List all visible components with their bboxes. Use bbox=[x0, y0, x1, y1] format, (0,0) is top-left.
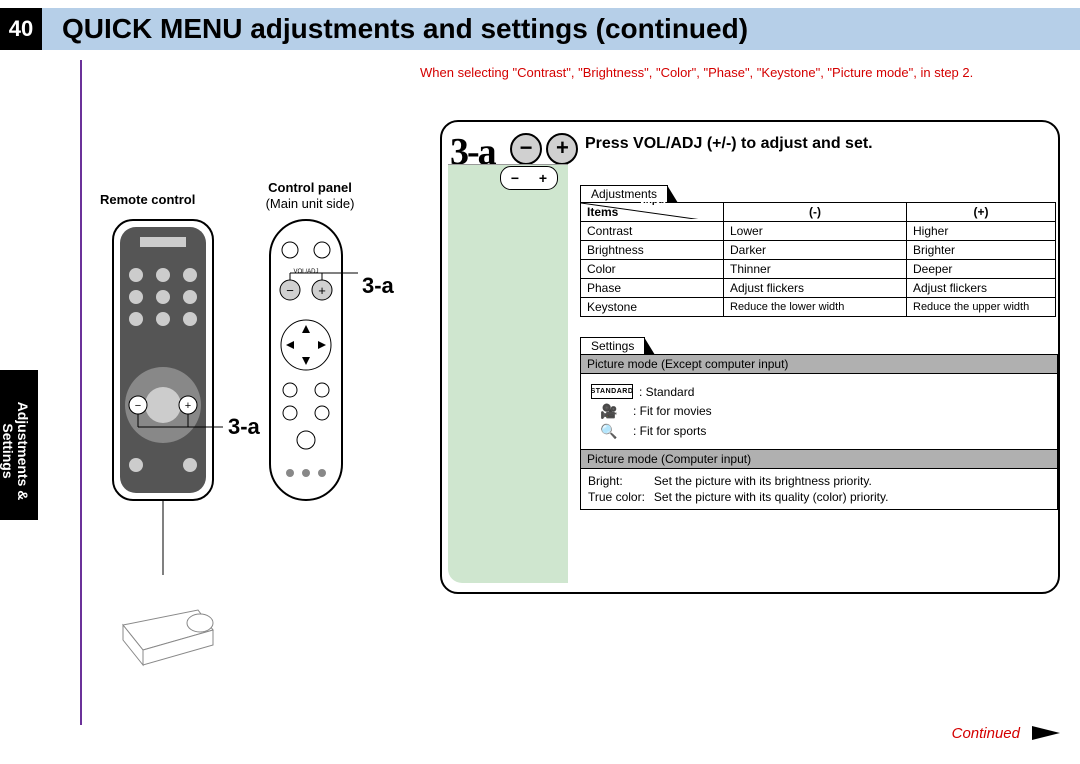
pm2-key: True color: bbox=[587, 489, 653, 505]
settings-area: Settings Picture mode (Except computer i… bbox=[580, 337, 1060, 510]
step-title: Press VOL/ADJ (+/-) to adjust and set. bbox=[585, 135, 873, 153]
standard-icon: STANDARD bbox=[591, 384, 633, 399]
table-row: ColorThinnerDeeper bbox=[581, 260, 1056, 279]
remote-control-illustration: − + bbox=[108, 215, 228, 675]
svg-text:VOL/ADJ: VOL/ADJ bbox=[293, 269, 318, 275]
panel-label: Control panel bbox=[250, 180, 370, 195]
panel-pointer-3a: 3-a bbox=[362, 273, 394, 299]
section-tab: Adjustments &Settings bbox=[0, 370, 38, 520]
picture-mode-except-body: STANDARD : Standard 🎥 : Fit for movies 🔍… bbox=[581, 374, 1057, 449]
picture-mode-except-header: Picture mode (Except computer input) bbox=[581, 355, 1057, 374]
pm-label: : Fit for sports bbox=[633, 424, 706, 438]
continued-arrow-icon bbox=[1032, 726, 1060, 740]
header-title: QUICK MENU adjustments and settings (con… bbox=[62, 13, 748, 45]
adjustments-table: Items Inputs (-) (+) ContrastLowerHigher… bbox=[580, 202, 1056, 317]
panel-sublabel: (Main unit side) bbox=[250, 196, 370, 211]
plus-icon: + bbox=[546, 133, 578, 165]
pm-label: : Fit for movies bbox=[633, 404, 712, 418]
picture-mode-computer-header: Picture mode (Computer input) bbox=[581, 449, 1057, 469]
table-row: BrightnessDarkerBrighter bbox=[581, 241, 1056, 260]
continued-label: Continued bbox=[952, 725, 1020, 742]
panel-mini-icon: −+ bbox=[500, 166, 558, 190]
remote-label: Remote control bbox=[100, 192, 195, 207]
pm-label: : Standard bbox=[639, 385, 694, 399]
svg-text:+: + bbox=[185, 400, 191, 412]
section-tab-text: Adjustments &Settings bbox=[0, 376, 30, 526]
step-green-sidebar bbox=[448, 164, 568, 583]
pm-row-sports: 🔍 : Fit for sports bbox=[591, 423, 1047, 439]
col-minus: (-) bbox=[724, 203, 907, 222]
margin-rule bbox=[80, 60, 82, 725]
table-row: ContrastLowerHigher bbox=[581, 222, 1056, 241]
movie-icon: 🎥 bbox=[591, 403, 627, 419]
left-rail: Adjustments &Settings bbox=[0, 50, 42, 764]
pm2-desc: Set the picture with its brightness prio… bbox=[653, 473, 897, 489]
control-panel-illustration: − + VOL/ADJ bbox=[260, 215, 360, 515]
pm-row-standard: STANDARD : Standard bbox=[591, 384, 1047, 399]
step-buttons-icons: − + bbox=[510, 133, 578, 165]
pm-row-movies: 🎥 : Fit for movies bbox=[591, 403, 1047, 419]
svg-text:−: − bbox=[135, 400, 141, 412]
settings-box: Picture mode (Except computer input) STA… bbox=[580, 354, 1058, 510]
minus-icon: − bbox=[510, 133, 542, 165]
remote-pointer-3a: 3-a bbox=[228, 414, 260, 440]
svg-text:+: + bbox=[318, 283, 326, 298]
header-strip: QUICK MENU adjustments and settings (con… bbox=[42, 8, 1080, 50]
col-plus: (+) bbox=[907, 203, 1056, 222]
settings-tab: Settings bbox=[580, 337, 645, 354]
pm2-key: Bright: bbox=[587, 473, 653, 489]
table-row: PhaseAdjust flickersAdjust flickers bbox=[581, 279, 1056, 298]
sports-icon: 🔍 bbox=[591, 423, 627, 439]
pm2-desc: Set the picture with its quality (color)… bbox=[653, 489, 897, 505]
picture-mode-computer-body: Bright:Set the picture with its brightne… bbox=[581, 469, 1057, 509]
svg-text:−: − bbox=[286, 283, 294, 298]
intro-text: When selecting "Contrast", "Brightness",… bbox=[420, 65, 1060, 82]
table-row: KeystoneReduce the lower widthReduce the… bbox=[581, 298, 1056, 317]
adjustments-tab: Adjustments bbox=[580, 185, 668, 202]
page-number: 40 bbox=[0, 8, 42, 50]
content-area: Adjustments Items Inputs (-) (+) Contras… bbox=[580, 185, 1060, 510]
